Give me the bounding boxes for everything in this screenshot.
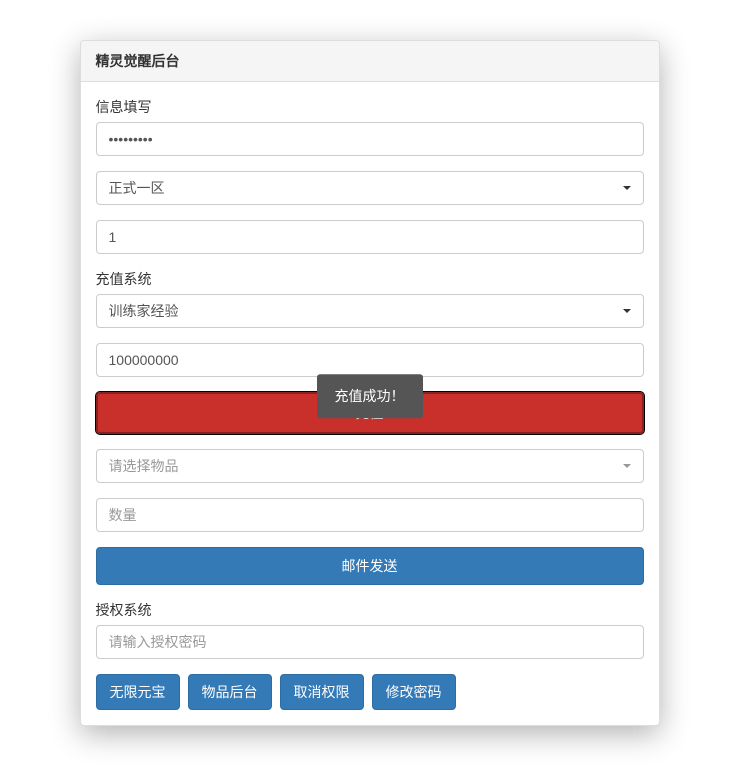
- info-section-label: 信息填写: [96, 97, 644, 117]
- caret-down-icon: [623, 309, 631, 313]
- id-input[interactable]: [96, 220, 644, 254]
- auth-password-input[interactable]: [96, 625, 644, 659]
- item-select-placeholder: 请选择物品: [109, 458, 179, 474]
- item-select[interactable]: 请选择物品: [96, 449, 644, 483]
- recharge-type-value: 训练家经验: [109, 303, 179, 319]
- caret-down-icon: [623, 186, 631, 190]
- quantity-input[interactable]: [96, 498, 644, 532]
- recharge-type-select[interactable]: 训练家经验: [96, 294, 644, 328]
- amount-input[interactable]: [96, 343, 644, 377]
- mail-send-button[interactable]: 邮件发送: [96, 547, 644, 585]
- toast-message: 充值成功！: [335, 388, 405, 404]
- auth-section-label: 授权系统: [96, 600, 644, 620]
- server-select-value: 正式一区: [109, 180, 165, 196]
- unlimited-gold-button[interactable]: 无限元宝: [96, 674, 180, 710]
- item-admin-button[interactable]: 物品后台: [188, 674, 272, 710]
- action-button-row: 无限元宝 物品后台 取消权限 修改密码: [96, 674, 644, 710]
- admin-panel: 精灵觉醒后台 信息填写 正式一区 充值系统 训练家经验 充值 请选择物品 邮件发…: [80, 40, 660, 726]
- change-password-button[interactable]: 修改密码: [372, 674, 456, 710]
- password-input[interactable]: [96, 122, 644, 156]
- server-select[interactable]: 正式一区: [96, 171, 644, 205]
- success-toast: 充值成功！: [317, 374, 423, 418]
- recharge-section-label: 充值系统: [96, 269, 644, 289]
- panel-header: 精灵觉醒后台: [81, 41, 659, 82]
- caret-down-icon: [623, 464, 631, 468]
- panel-title: 精灵觉醒后台: [96, 51, 644, 71]
- revoke-permission-button[interactable]: 取消权限: [280, 674, 364, 710]
